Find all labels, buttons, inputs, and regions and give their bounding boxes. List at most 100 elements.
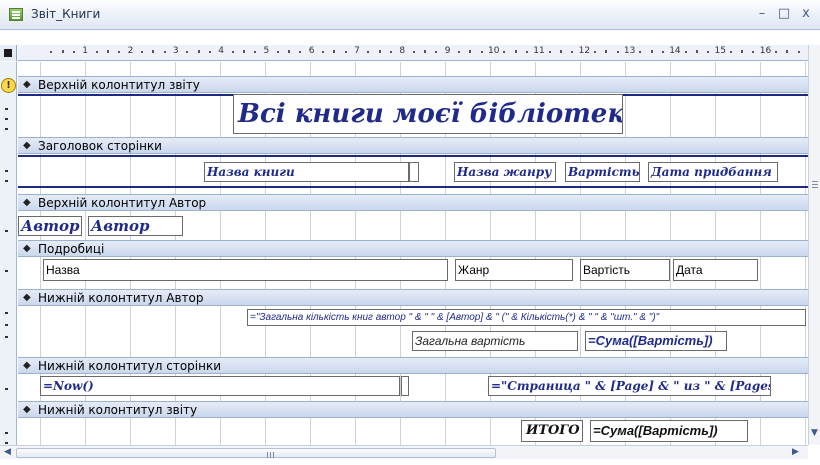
ruler-tick — [322, 51, 325, 53]
author-total-label[interactable]: Загальна вартість — [412, 331, 578, 351]
horizontal-scroll-thumb[interactable] — [16, 448, 496, 458]
horizontal-ruler[interactable]: 1 2 3 4 5 6 7 8 9 10 11 12 13 14 15 16 — [18, 45, 808, 61]
ruler-tick — [72, 51, 75, 53]
section-label: Нижній колонтитул звіту — [38, 403, 198, 417]
section-arrow-icon: ◆ — [23, 243, 31, 254]
grand-total-label[interactable]: ИТОГО — [521, 420, 583, 442]
section-bar-detail[interactable]: ◆ Подробиці — [18, 240, 808, 257]
separator-box[interactable] — [401, 376, 409, 396]
ruler-tick — [729, 51, 732, 53]
ruler-tick — [424, 50, 427, 53]
ruler-tick — [5, 388, 8, 390]
ruler-tick — [5, 108, 8, 110]
ruler-tick — [242, 50, 245, 53]
vertical-scrollbar[interactable]: ▼ — [808, 45, 820, 445]
detail-price-field[interactable]: Вартість — [580, 259, 670, 281]
ruler-tick — [435, 51, 438, 53]
report-icon — [9, 8, 23, 21]
ruler-tick — [741, 50, 744, 53]
ruler-number: 5 — [263, 46, 270, 56]
ruler-number: 2 — [127, 46, 134, 56]
ruler-tick — [197, 50, 200, 53]
ruler-number: 13 — [623, 46, 636, 56]
ruler-number: 14 — [669, 46, 681, 56]
section-line — [18, 186, 808, 188]
ruler-tick — [61, 50, 64, 53]
grand-total-sum-expression[interactable]: =Сума([Вартість]) — [590, 420, 748, 442]
section-label: Верхній колонтитул Автор — [38, 196, 207, 210]
scroll-left-arrow-icon[interactable]: ◀ — [4, 447, 11, 457]
column-header-date[interactable]: Дата придбання — [648, 162, 778, 182]
section-bar-author-footer[interactable]: ◆ Нижній колонтитул Автор — [18, 289, 808, 306]
ruler-number: 10 — [488, 46, 500, 56]
ruler-number: 6 — [308, 46, 315, 56]
ruler-tick — [525, 51, 528, 53]
ruler-tick — [775, 51, 778, 53]
column-header-book[interactable]: Назва книги — [204, 162, 409, 182]
vertical-ruler[interactable]: ! — [0, 62, 17, 445]
detail-genre-field[interactable]: Жанр — [455, 259, 573, 281]
report-design-canvas[interactable]: ◆ Верхній колонтитул звіту Всі книги моє… — [18, 62, 808, 445]
section-bar-report-footer[interactable]: ◆ Нижній колонтитул звіту — [18, 401, 808, 418]
ruler-tick — [152, 50, 155, 53]
maximize-button[interactable]: □ — [774, 5, 794, 23]
section-label: Нижній колонтитул сторінки — [38, 359, 222, 373]
minimize-button[interactable]: – — [752, 5, 772, 23]
column-header-genre[interactable]: Назва жанру — [454, 162, 556, 182]
page-number-expression[interactable]: ="Страница " & [Page] & " из " & [Pages] — [488, 376, 771, 396]
ruler-tick — [684, 51, 687, 53]
ruler-number: 8 — [399, 46, 406, 56]
ruler-tick — [231, 51, 234, 53]
ruler-tick — [458, 51, 461, 53]
section-bar-author-header[interactable]: ◆ Верхній колонтитул Автор — [18, 194, 808, 211]
author-count-expression[interactable]: ="Загальна кількість книг автор " & " " … — [247, 309, 806, 326]
detail-name-field[interactable]: Назва — [43, 259, 448, 281]
ruler-tick — [639, 51, 642, 53]
ruler-tick — [106, 50, 109, 53]
report-title-label[interactable]: Всі книги моєї бібліотеки — [233, 94, 623, 134]
detail-date-field[interactable]: Дата — [673, 259, 758, 281]
ruler-tick — [605, 50, 608, 53]
select-report-button[interactable] — [0, 45, 17, 61]
ruler-tick — [254, 51, 257, 53]
section-arrow-icon: ◆ — [23, 292, 31, 303]
author-label[interactable]: Автор — [18, 216, 82, 236]
close-button[interactable]: x — [796, 5, 816, 23]
section-arrow-icon: ◆ — [23, 360, 31, 371]
ruler-tick — [5, 270, 8, 272]
ruler-tick — [208, 51, 211, 53]
ruler-tick — [559, 50, 562, 53]
author-sum-expression[interactable]: =Сума([Вартість]) — [585, 331, 727, 351]
ruler-tick — [367, 51, 370, 53]
section-bar-page-footer[interactable]: ◆ Нижній колонтитул сторінки — [18, 357, 808, 374]
ruler-tick — [5, 312, 8, 314]
separator-box[interactable] — [409, 162, 419, 182]
ruler-tick — [752, 51, 755, 53]
horizontal-scrollbar[interactable]: ◀ ▶ — [0, 445, 808, 459]
ruler-tick — [412, 51, 415, 53]
ruler-tick — [503, 51, 506, 53]
ruler-tick — [797, 51, 800, 53]
ruler-tick — [390, 51, 393, 53]
scroll-down-arrow-icon[interactable]: ▼ — [811, 428, 818, 438]
section-bar-page-header[interactable]: ◆ Заголовок сторінки — [18, 137, 808, 154]
scroll-grip-icon — [267, 452, 274, 458]
ruler-tick — [5, 118, 8, 120]
section-arrow-icon: ◆ — [23, 140, 31, 151]
ruler-tick — [344, 51, 347, 53]
warning-icon[interactable]: ! — [1, 78, 16, 93]
ruler-tick — [593, 51, 596, 53]
ruler-tick — [5, 180, 8, 182]
ruler-tick — [469, 50, 472, 53]
ruler-number: 9 — [444, 46, 451, 56]
ruler-number: 1 — [82, 46, 89, 56]
ruler-tick — [5, 170, 8, 172]
ruler-number: 12 — [578, 46, 591, 56]
now-expression[interactable]: =Now() — [40, 376, 400, 396]
ruler-number: 15 — [714, 46, 726, 56]
scroll-right-arrow-icon[interactable]: ▶ — [792, 447, 799, 457]
section-bar-report-header[interactable]: ◆ Верхній колонтитул звіту — [18, 76, 808, 93]
column-header-price[interactable]: Вартість — [565, 162, 640, 182]
window-title-bar: Звіт_Книги – □ x — [0, 0, 820, 30]
author-field[interactable]: Автор — [88, 216, 183, 236]
